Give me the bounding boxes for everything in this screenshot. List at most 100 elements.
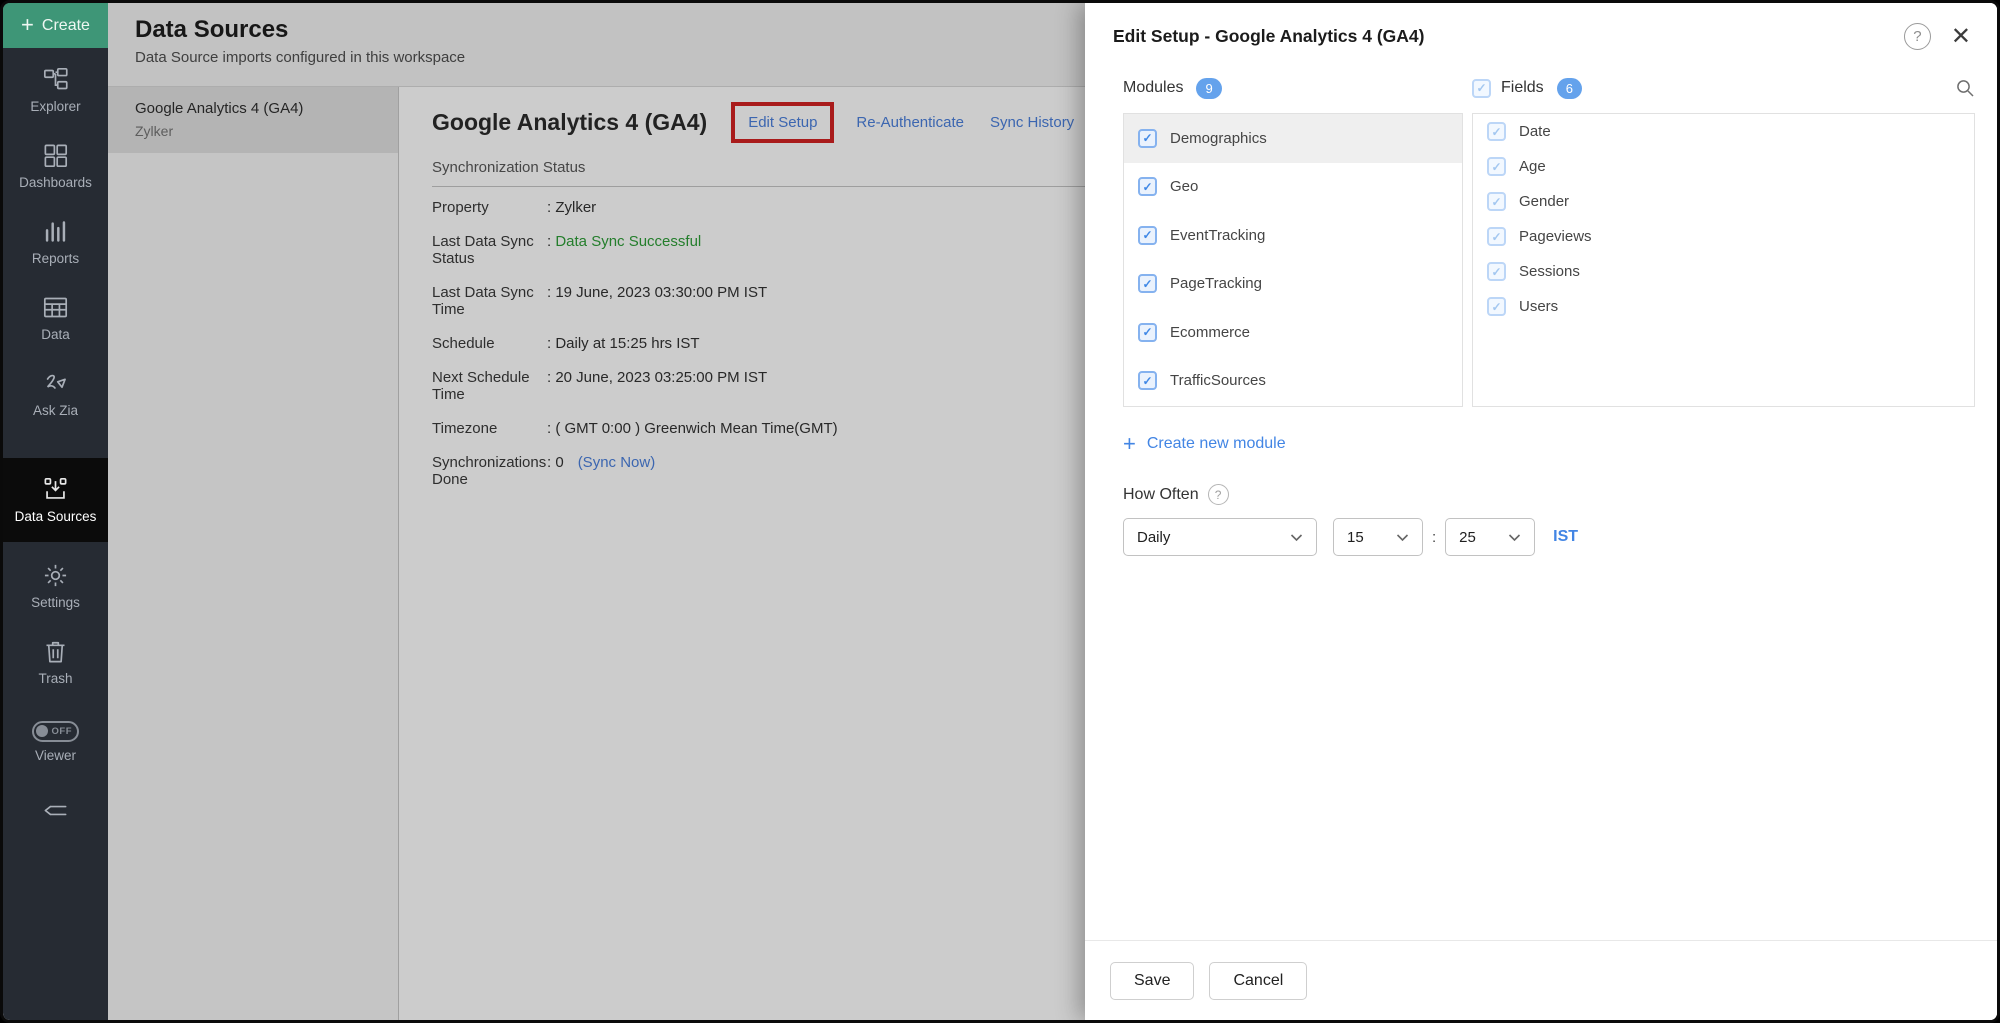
checkbox-checked-icon[interactable]: ✓ (1487, 227, 1506, 246)
modal-body: Modules 9 ✓Demographics✓Geo✓EventTrackin… (1085, 60, 1997, 940)
create-button-label: Create (42, 17, 90, 35)
source-list: Google Analytics 4 (GA4)Zylker (108, 87, 399, 1020)
source-name: Google Analytics 4 (GA4) (135, 100, 388, 117)
sidebar-item-viewer[interactable]: OFF Viewer (3, 710, 108, 774)
field-item-users[interactable]: ✓ Users (1473, 289, 1974, 324)
field-label: Users (1519, 298, 1558, 315)
checkbox-checked-icon[interactable]: ✓ (1138, 226, 1157, 245)
datasources-icon (42, 476, 69, 503)
save-button[interactable]: Save (1110, 962, 1194, 1000)
fields-select-all-checkbox[interactable]: ✓ (1472, 79, 1491, 98)
fields-list: ✓Date✓Age✓Gender✓Pageviews✓Sessions✓User… (1472, 113, 1975, 407)
checkbox-checked-icon[interactable]: ✓ (1487, 262, 1506, 281)
action-re-authenticate[interactable]: Re-Authenticate (856, 114, 964, 131)
module-item-eventtracking[interactable]: ✓ EventTracking (1124, 211, 1462, 260)
cancel-button[interactable]: Cancel (1209, 962, 1307, 1000)
edit-setup-modal: Edit Setup - Google Analytics 4 (GA4) ? … (1085, 3, 1997, 1020)
module-label: EventTracking (1170, 227, 1265, 244)
status-row-label: Next Schedule Time (432, 369, 547, 403)
source-list-item[interactable]: Google Analytics 4 (GA4)Zylker (108, 87, 398, 153)
sidebar-nav: Explorer Dashboards Reports Data Ask Zia Data… (3, 48, 108, 830)
sidebar-item-label: Settings (27, 595, 84, 611)
checkbox-checked-icon[interactable]: ✓ (1487, 122, 1506, 141)
schedule-controls: Daily 15 : 25 IST (1123, 518, 1975, 556)
toggle-state-label: OFF (52, 726, 73, 737)
close-icon[interactable]: ✕ (1951, 25, 1971, 49)
explorer-icon (42, 66, 69, 93)
create-new-module-link[interactable]: + Create new module (1123, 433, 1286, 455)
status-value-segment: : ( GMT 0:00 ) Greenwich Mean Time(GMT) (547, 420, 838, 437)
fields-column: ✓ Fields 6 ✓Date✓Age✓Gender✓Pageviews✓Se… (1472, 70, 1975, 407)
checkbox-checked-icon[interactable]: ✓ (1138, 129, 1157, 148)
field-item-date[interactable]: ✓ Date (1473, 114, 1974, 149)
action-sync-history[interactable]: Sync History (990, 114, 1074, 131)
sidebar-item-trash[interactable]: Trash (3, 630, 108, 694)
status-row-label: Last Data Sync Time (432, 284, 547, 318)
plus-icon: + (21, 14, 34, 36)
sidebar-item-label: Trash (34, 671, 76, 687)
field-item-pageviews[interactable]: ✓Pageviews (1473, 219, 1974, 254)
status-value-segment: : 0 (547, 454, 564, 471)
help-icon[interactable]: ? (1904, 23, 1931, 50)
status-row-value: : Data Sync Successful (547, 233, 701, 267)
fields-count-badge: 6 (1557, 78, 1582, 99)
status-row-label: Schedule (432, 335, 547, 352)
module-item-pagetracking[interactable]: ✓PageTracking (1124, 260, 1462, 309)
checkbox-checked-icon[interactable]: ✓ (1138, 274, 1157, 293)
field-item-age[interactable]: ✓Age (1473, 149, 1974, 184)
sidebar-item-ask-zia[interactable]: Ask Zia (3, 362, 108, 426)
sidebar-item-label: Explorer (26, 99, 84, 115)
checkbox-checked-icon[interactable]: ✓ (1138, 371, 1157, 390)
minute-select[interactable]: 25 (1445, 518, 1535, 556)
frequency-select[interactable]: Daily (1123, 518, 1317, 556)
field-item-sessions[interactable]: ✓Sessions (1473, 254, 1974, 289)
create-button[interactable]: + Create (3, 3, 108, 48)
field-item-gender[interactable]: ✓Gender (1473, 184, 1974, 219)
settings-icon (42, 562, 69, 589)
status-row-label: Timezone (432, 420, 547, 437)
sync-now-link[interactable]: (Sync Now) (578, 454, 656, 471)
chevron-down-icon (1280, 533, 1303, 542)
sidebar-item-label: Ask Zia (29, 403, 82, 419)
sidebar-item-explorer[interactable]: Explorer (3, 58, 108, 122)
modules-label: Modules (1123, 79, 1183, 97)
status-value-segment: : Zylker (547, 199, 596, 216)
modules-list: ✓Demographics✓Geo✓EventTracking✓PageTrac… (1123, 113, 1463, 407)
plus-icon: + (1123, 433, 1136, 455)
collapse-sidebar-icon (42, 797, 69, 824)
source-title: Google Analytics 4 (GA4) (432, 109, 707, 136)
status-value-segment: : 19 June, 2023 03:30:00 PM IST (547, 284, 767, 301)
sidebar-item-settings[interactable]: Settings (3, 554, 108, 618)
checkbox-checked-icon[interactable]: ✓ (1487, 157, 1506, 176)
status-row-value: : 0 (Sync Now) (547, 454, 655, 488)
checkbox-checked-icon[interactable]: ✓ (1138, 323, 1157, 342)
status-row-value: : 19 June, 2023 03:30:00 PM IST (547, 284, 767, 318)
sidebar-item-data[interactable]: Data (3, 286, 108, 350)
sidebar-item-dashboards[interactable]: Dashboards (3, 134, 108, 198)
sidebar-item-label: Dashboards (15, 175, 96, 191)
create-new-module-label: Create new module (1147, 435, 1286, 453)
status-row-value: : 20 June, 2023 03:25:00 PM IST (547, 369, 767, 403)
trash-icon (42, 638, 69, 665)
module-label: Demographics (1170, 130, 1267, 147)
sidebar-item-reports[interactable]: Reports (3, 210, 108, 274)
module-item-demographics[interactable]: ✓ Demographics (1124, 114, 1462, 163)
field-label: Date (1519, 123, 1551, 140)
checkbox-checked-icon[interactable]: ✓ (1487, 192, 1506, 211)
status-row-label: Synchronizations Done (432, 454, 547, 488)
module-item-geo[interactable]: ✓Geo (1124, 163, 1462, 212)
module-item-ecommerce[interactable]: ✓Ecommerce (1124, 308, 1462, 357)
collapse-sidebar-button[interactable] (3, 790, 108, 830)
how-often-help-icon[interactable]: ? (1208, 484, 1229, 505)
hour-select[interactable]: 15 (1333, 518, 1423, 556)
action-edit-setup[interactable]: Edit Setup (731, 102, 834, 143)
checkbox-checked-icon[interactable]: ✓ (1487, 297, 1506, 316)
checkbox-checked-icon[interactable]: ✓ (1138, 177, 1157, 196)
status-row-value: : Daily at 15:25 hrs IST (547, 335, 700, 352)
search-icon[interactable] (1955, 78, 1975, 98)
sidebar-item-data-sources[interactable]: Data Sources (3, 458, 108, 542)
status-row-label: Last Data Sync Status (432, 233, 547, 267)
viewer-toggle[interactable]: OFF (32, 721, 79, 742)
module-item-trafficsources[interactable]: ✓TrafficSources (1124, 357, 1462, 406)
sidebar-item-label: Viewer (31, 748, 80, 764)
